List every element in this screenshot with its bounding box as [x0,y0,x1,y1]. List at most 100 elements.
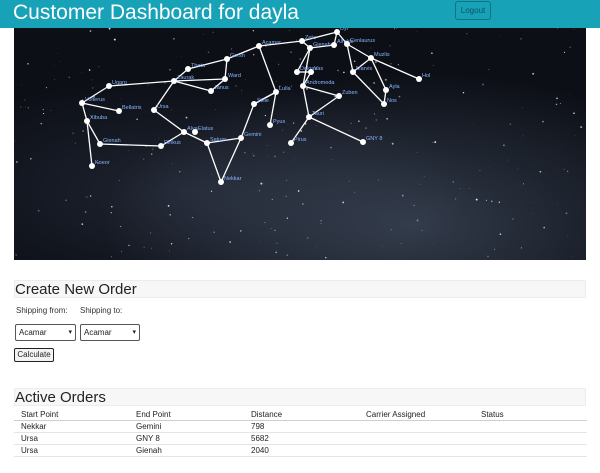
background-star [281,129,283,131]
background-star [306,88,308,90]
star-node[interactable]: Pyus [267,119,285,128]
background-star [286,179,288,181]
shipping-from-label: Shipping from: [16,306,68,315]
route-edge [346,43,354,73]
background-star [423,175,425,177]
table-row[interactable]: Nekkar Gemini 798 [14,420,587,433]
star-node[interactable]: Stille [251,98,269,107]
star-node[interactable]: Acamar [256,40,281,49]
background-star [315,125,317,127]
star-node[interactable]: Pirus [288,137,307,146]
star-node[interactable]: Janus [208,85,229,94]
background-star [532,72,535,75]
background-star [57,53,58,54]
background-star [454,198,457,200]
background-star [169,213,172,216]
star-node[interactable]: Ayla [383,84,401,93]
background-star [54,79,56,80]
background-star [517,57,519,59]
star-node[interactable]: Zaurak [171,75,194,84]
background-star [520,38,522,40]
star-node[interactable]: Lulla [273,86,292,95]
star-node[interactable]: Gemini [238,132,261,141]
star-node[interactable]: Dyl [334,28,348,35]
background-star [81,223,84,225]
background-star [78,103,79,105]
background-star [212,31,214,33]
star-node[interactable]: Zuben [336,90,358,99]
star-map-canvas[interactable]: DylZetaAcamarGienahGershAlrakisCenlaurus… [14,28,586,260]
cell-end-point: Gienah [129,444,244,457]
star-node[interactable]: Saturn [204,137,226,146]
background-star [289,29,291,31]
create-order-header: Create New Order [14,280,586,298]
background-star [353,60,356,63]
star-node[interactable]: Muzlis [368,52,390,61]
background-star [293,122,295,124]
shipping-to-select[interactable]: Acamar ▾ [80,324,140,341]
calculate-button[interactable]: Calculate [14,348,54,362]
background-star [416,152,418,153]
star-node[interactable]: Xibuba [84,115,108,124]
star-node[interactable]: Bellatrix [116,105,142,114]
star-node[interactable]: Gienah [97,138,121,147]
route-edge [346,43,372,59]
star-node[interactable]: Ugaro [106,80,127,89]
shipping-from-select[interactable]: Acamar ▾ [15,324,76,341]
star-node[interactable]: Theta [185,63,206,72]
star-node-label: Pirus [294,137,307,143]
background-star [143,158,145,160]
background-star [271,198,273,200]
shipping-from-value: Acamar [19,328,47,337]
background-star [520,247,522,249]
background-star [374,113,376,115]
background-star [320,223,322,225]
star-node[interactable]: Ursa [151,104,170,113]
star-node[interactable]: Andromeda [300,80,335,89]
background-star [532,213,533,215]
star-node-label: Ward [228,73,241,79]
background-star [432,64,434,66]
table-row[interactable]: Ursa Gienah 2040 [14,444,587,457]
background-star [350,122,352,124]
background-star [151,247,152,249]
star-node-label: Theta [191,63,206,69]
star-node[interactable]: Nos [381,98,397,107]
background-star [299,58,302,60]
background-star [375,119,378,121]
background-star [342,201,345,204]
star-node[interactable]: Hol [416,73,430,82]
background-star [565,212,568,215]
star-node[interactable]: Marvix [350,66,372,75]
background-star [472,123,474,124]
background-star [401,194,404,197]
star-node[interactable]: GNY 8 [360,136,382,145]
star-node[interactable]: Gienah [307,42,331,51]
background-star [384,78,387,81]
star-node[interactable]: Rinkus [158,140,181,149]
star-map[interactable]: DylZetaAcamarGienahGershAlrakisCenlaurus… [14,28,586,260]
logout-button[interactable]: Logout [455,1,491,20]
background-star [391,142,394,145]
background-star [84,211,87,213]
background-star [171,163,173,165]
star-node-label: Muzlis [374,52,390,58]
background-star [169,68,171,71]
background-star [16,161,18,163]
background-star [466,33,468,35]
route-edge [173,80,212,92]
star-node[interactable]: Nekkar [218,176,242,185]
background-star [517,168,519,170]
star-node-label: Nekkar [224,176,242,182]
background-star [491,200,493,203]
background-star [150,153,153,155]
background-star [37,209,40,212]
chevron-down-icon: ▾ [68,329,72,336]
star-node-label: Tauri [312,111,324,117]
background-star [569,93,571,95]
background-star [386,118,388,120]
table-row[interactable]: Ursa GNY 8 5682 [14,432,587,445]
background-star [170,243,173,245]
star-node[interactable]: Gersh [224,53,245,62]
background-star [337,69,339,72]
